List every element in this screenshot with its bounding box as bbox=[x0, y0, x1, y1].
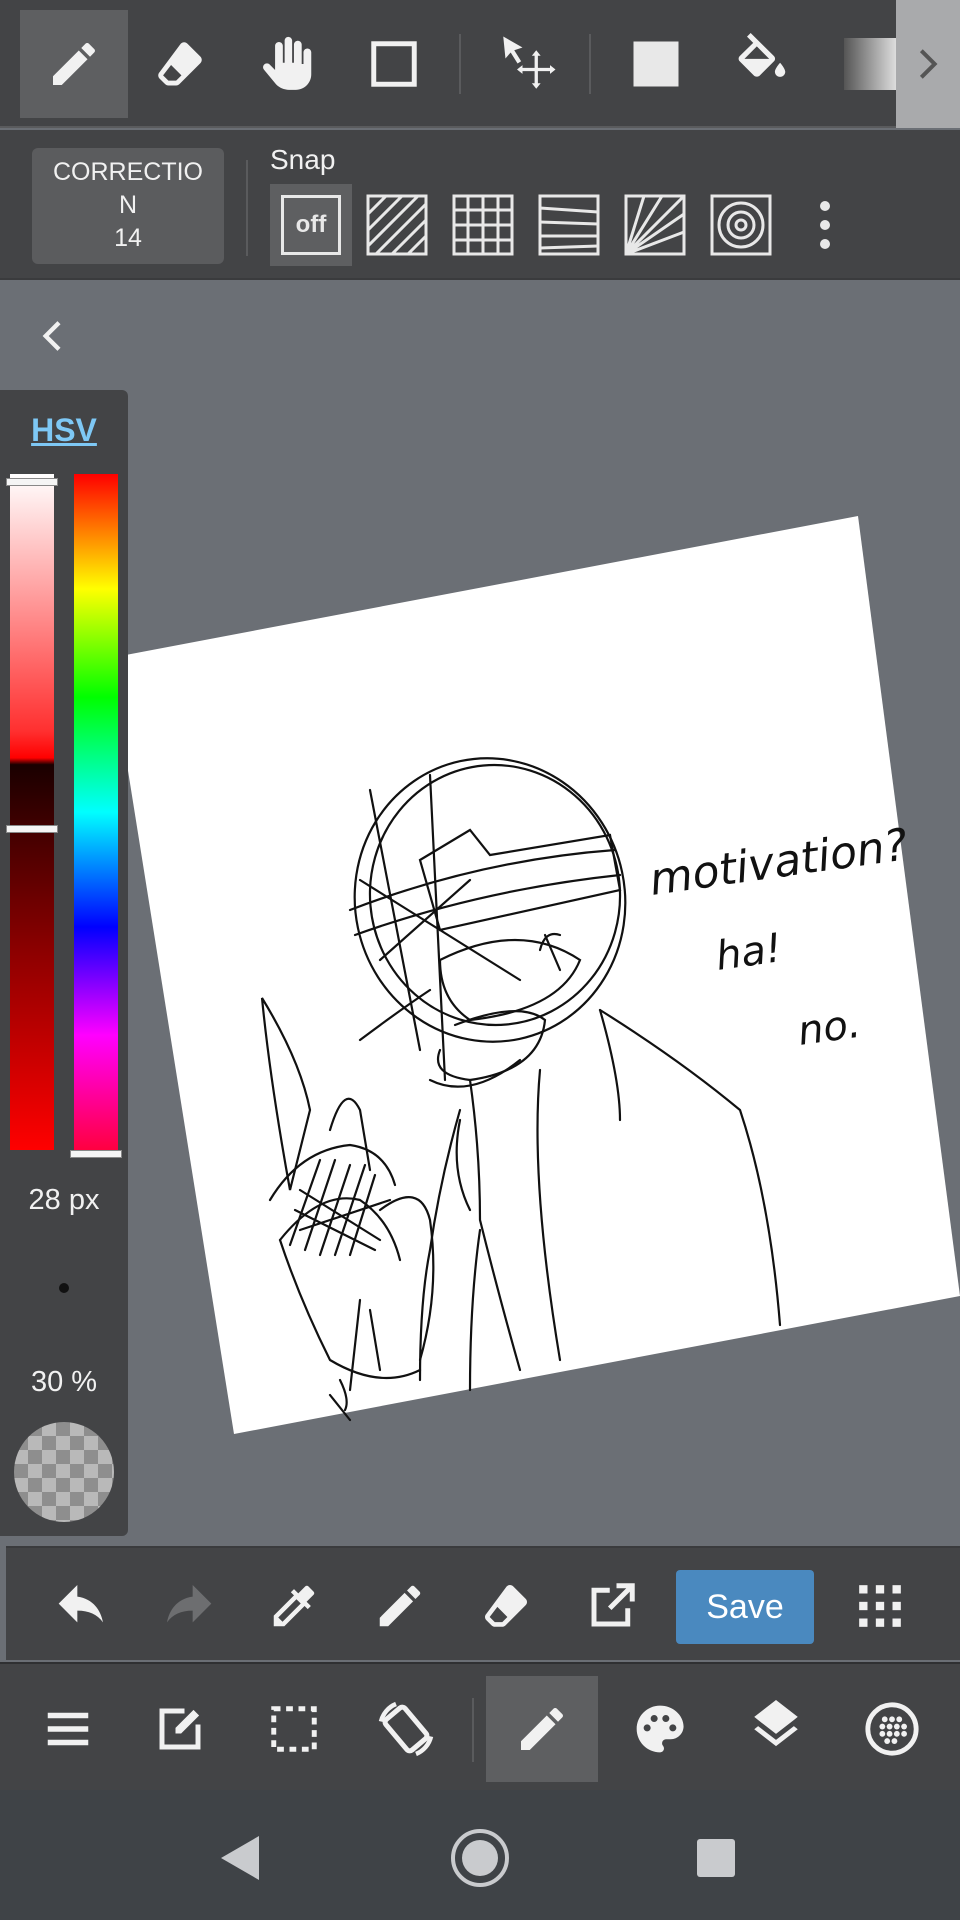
hue-handle[interactable] bbox=[70, 1150, 122, 1158]
dot-grid-icon bbox=[859, 1585, 901, 1627]
hamburger-menu-icon bbox=[47, 1712, 89, 1746]
note-line-3: no. bbox=[795, 1001, 863, 1055]
main-menu-button[interactable] bbox=[12, 1676, 124, 1782]
saturation-value-slider[interactable] bbox=[10, 474, 54, 1150]
brush-panel-button[interactable] bbox=[486, 1676, 598, 1782]
grid-icon bbox=[452, 194, 514, 256]
move-cursor-icon bbox=[503, 36, 556, 89]
export-button[interactable] bbox=[572, 1566, 652, 1646]
correction-value: 14 bbox=[114, 224, 142, 252]
gradient-icon bbox=[844, 38, 896, 90]
hand-icon bbox=[263, 36, 312, 90]
gradient-tool-button[interactable] bbox=[820, 10, 896, 118]
pen-tool-button[interactable] bbox=[20, 10, 128, 118]
color-palette-button[interactable] bbox=[604, 1676, 716, 1782]
snap-concentric-button[interactable] bbox=[700, 184, 782, 266]
save-button[interactable]: Save bbox=[676, 1570, 814, 1644]
pencil-icon bbox=[53, 42, 95, 85]
open-external-icon bbox=[591, 1583, 635, 1627]
grid-menu-button[interactable] bbox=[840, 1566, 920, 1646]
opacity-label[interactable]: 30 % bbox=[0, 1366, 128, 1399]
edit-menu-button[interactable] bbox=[124, 1676, 236, 1782]
sv-handle[interactable] bbox=[6, 825, 58, 833]
brush-size-label[interactable]: 28 px bbox=[0, 1184, 128, 1217]
snap-bar: CORRECTIO N 14 Snap off bbox=[0, 130, 960, 280]
pencil-icon bbox=[379, 1585, 421, 1627]
pencil-icon bbox=[521, 1707, 563, 1750]
system-back-button[interactable] bbox=[200, 1820, 280, 1896]
eraser-icon bbox=[485, 1585, 527, 1627]
chevron-right-icon bbox=[919, 49, 938, 79]
square-outline-icon bbox=[371, 41, 417, 87]
layers-icon bbox=[754, 1700, 798, 1747]
eraser-icon bbox=[158, 42, 202, 86]
canvas-area[interactable]: motivation? ha! no. bbox=[0, 282, 960, 1544]
bottom-nav bbox=[0, 1662, 960, 1790]
snap-grid-button[interactable] bbox=[442, 184, 524, 266]
note-line-2: ha! bbox=[713, 925, 785, 980]
edit-square-icon bbox=[159, 1708, 201, 1750]
dashed-selection-icon bbox=[271, 1706, 317, 1752]
correction-label-1: CORRECTIO bbox=[53, 158, 203, 186]
parallel-lines-icon bbox=[366, 194, 428, 256]
material-button[interactable] bbox=[836, 1676, 948, 1782]
square-recents-icon bbox=[697, 1839, 735, 1877]
dotted-circle-icon bbox=[865, 1702, 919, 1756]
filled-square-icon bbox=[633, 41, 679, 87]
rotate-screen-icon bbox=[378, 1701, 434, 1757]
correction-label-2: N bbox=[118, 191, 138, 219]
triangle-back-icon bbox=[221, 1836, 259, 1880]
hand-tool-button[interactable] bbox=[234, 10, 342, 118]
palette-icon bbox=[636, 1705, 684, 1753]
paint-bucket-icon bbox=[738, 33, 786, 77]
hue-slider[interactable] bbox=[74, 474, 118, 1150]
snap-label: Snap bbox=[270, 144, 336, 175]
circle-home-icon bbox=[451, 1829, 509, 1887]
drawing-canvas[interactable]: motivation? ha! no. bbox=[0, 282, 960, 1544]
snap-more-button[interactable] bbox=[784, 184, 866, 266]
action-bar: Save bbox=[6, 1546, 960, 1660]
color-mode-link[interactable]: HSV bbox=[0, 412, 128, 449]
toolbar-more-button[interactable] bbox=[896, 0, 960, 128]
selection-button[interactable] bbox=[238, 1676, 350, 1782]
chevron-left-icon bbox=[42, 321, 61, 351]
canvas-paper bbox=[110, 516, 960, 1434]
correction-button[interactable]: CORRECTIO N 14 bbox=[32, 148, 224, 264]
layers-button[interactable] bbox=[720, 1676, 832, 1782]
snap-off-button[interactable]: off bbox=[270, 184, 352, 266]
eraser-tool-button[interactable] bbox=[126, 10, 234, 118]
brush-size-preview bbox=[59, 1283, 69, 1293]
perspective-lines-icon bbox=[538, 194, 600, 256]
system-home-button[interactable] bbox=[440, 1820, 520, 1896]
snap-perspective-lines-button[interactable] bbox=[528, 184, 610, 266]
concentric-circles-icon bbox=[710, 194, 772, 256]
snap-off-icon: off bbox=[281, 195, 341, 255]
eyedropper-icon bbox=[273, 1585, 315, 1627]
eraser-quick-button[interactable] bbox=[466, 1566, 546, 1646]
system-recents-button[interactable] bbox=[676, 1820, 756, 1896]
collapse-panel-button[interactable] bbox=[34, 312, 74, 360]
opacity-swatch[interactable] bbox=[14, 1422, 114, 1522]
vertical-dots-icon bbox=[820, 201, 830, 249]
eyedropper-button[interactable] bbox=[254, 1566, 334, 1646]
color-panel: HSV 28 px 30 % bbox=[0, 390, 128, 1536]
bucket-tool-button[interactable] bbox=[708, 10, 816, 118]
rectangle-tool-button[interactable] bbox=[340, 10, 448, 118]
snap-radial-button[interactable] bbox=[614, 184, 696, 266]
move-tool-button[interactable] bbox=[474, 10, 582, 118]
sv-top-handle[interactable] bbox=[6, 478, 58, 486]
undo-button[interactable] bbox=[42, 1566, 122, 1646]
top-toolbar bbox=[0, 0, 960, 128]
undo-icon bbox=[58, 1585, 103, 1623]
snap-parallel-button[interactable] bbox=[356, 184, 438, 266]
radial-lines-icon bbox=[624, 194, 686, 256]
redo-button[interactable] bbox=[148, 1566, 228, 1646]
pen-quick-button[interactable] bbox=[360, 1566, 440, 1646]
system-nav-bar bbox=[0, 1790, 960, 1920]
rotate-canvas-button[interactable] bbox=[350, 1676, 462, 1782]
redo-icon bbox=[167, 1585, 212, 1623]
fill-color-button[interactable] bbox=[602, 10, 710, 118]
